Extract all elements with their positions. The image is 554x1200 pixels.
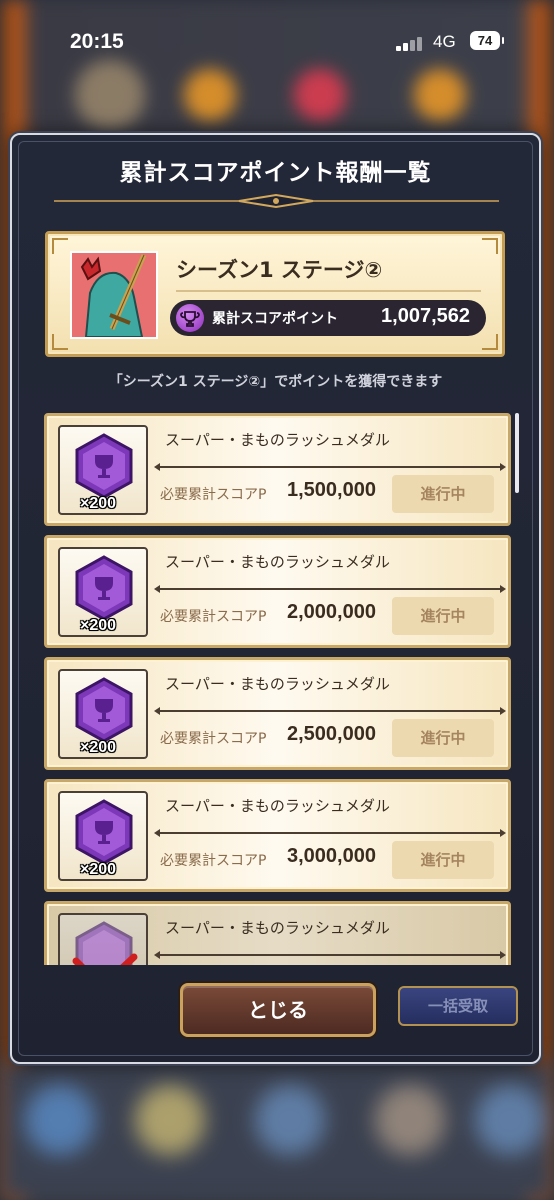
divider-arrow <box>154 951 506 959</box>
medal-quantity: ×200 <box>80 861 117 878</box>
required-score-label: 必要累計スコアP <box>160 853 267 869</box>
score-label: 累計スコアポイント <box>212 311 338 327</box>
reward-row: ×200 スーパー・まものラッシュメダル 必要累計スコアP 1,500,000 … <box>44 413 511 526</box>
required-score-label: 必要累計スコアP <box>160 731 267 747</box>
in-progress-button[interactable]: 進行中 <box>392 475 494 513</box>
divider-arrow <box>154 585 506 593</box>
required-score-value: 2,500,000 <box>287 723 376 745</box>
medal-quantity: ×200 <box>80 739 117 756</box>
medal-item[interactable]: ×200 <box>58 669 148 759</box>
purple-medal-icon <box>75 677 133 743</box>
signal-icon <box>396 35 426 51</box>
reward-list[interactable]: ×200 スーパー・まものラッシュメダル 必要累計スコアP 1,500,000 … <box>42 407 517 965</box>
divider-arrow <box>154 463 506 471</box>
reward-item-name: スーパー・まものラッシュメダル <box>165 919 390 937</box>
battery-icon: 74 <box>470 31 504 50</box>
network-type: 4G <box>433 32 456 51</box>
required-score-value: 3,000,000 <box>287 845 376 867</box>
score-value: 1,007,562 <box>381 305 470 327</box>
trophy-icon <box>176 304 204 332</box>
received-mark-icon <box>72 953 138 965</box>
in-progress-button[interactable]: 進行中 <box>392 841 494 879</box>
reward-row: ×200 スーパー・まものラッシュメダル 必要累計スコアP 2,500,000 … <box>44 657 511 770</box>
list-scrollbar[interactable] <box>515 413 519 493</box>
divider-arrow <box>154 829 506 837</box>
purple-medal-icon <box>75 799 133 865</box>
medal-item[interactable]: ×200 <box>58 547 148 637</box>
required-score-value: 2,000,000 <box>287 601 376 623</box>
in-progress-button[interactable]: 進行中 <box>392 719 494 757</box>
medal-quantity: ×200 <box>80 495 117 512</box>
medal-quantity: ×200 <box>80 617 117 634</box>
medal-item[interactable]: ×200 <box>58 791 148 881</box>
reward-row: ×200 スーパー・まものラッシュメダル 必要累計スコアP 2,000,000 … <box>44 535 511 648</box>
game-bottom-menu <box>0 1060 554 1200</box>
bulk-receive-button[interactable]: 一括受取 <box>398 986 518 1026</box>
reward-item-name: スーパー・まものラッシュメダル <box>165 553 390 571</box>
reward-list-modal: 累計スコアポイント報酬一覧 シーズン1 ステージ② 累計スコアポイント 1,00… <box>10 133 541 1064</box>
reward-item-name: スーパー・まものラッシュメダル <box>165 431 390 449</box>
in-progress-button[interactable]: 進行中 <box>392 597 494 635</box>
reward-item-name: スーパー・まものラッシュメダル <box>165 797 390 815</box>
status-bar: 20:15 4G 74 <box>0 0 554 80</box>
reward-row: スーパー・まものラッシュメダル <box>44 901 511 965</box>
purple-medal-icon <box>75 555 133 621</box>
stage-info-card: シーズン1 ステージ② 累計スコアポイント 1,007,562 <box>45 231 505 357</box>
stage-boss-icon <box>70 251 158 339</box>
medal-item[interactable] <box>58 913 148 965</box>
purple-medal-icon <box>75 433 133 499</box>
close-button[interactable]: とじる <box>180 983 376 1037</box>
medal-item[interactable]: ×200 <box>58 425 148 515</box>
reward-item-name: スーパー・まものラッシュメダル <box>165 675 390 693</box>
stage-name: シーズン1 ステージ② <box>176 258 383 282</box>
required-score-label: 必要累計スコアP <box>160 609 267 625</box>
stage-hint-text: 「シーズン1 ステージ②」でポイントを獲得できます <box>108 374 443 390</box>
divider-arrow <box>154 707 506 715</box>
reward-row: ×200 スーパー・まものラッシュメダル 必要累計スコアP 3,000,000 … <box>44 779 511 892</box>
modal-title: 累計スコアポイント報酬一覧 <box>119 160 432 186</box>
clock: 20:15 <box>70 30 124 53</box>
required-score-value: 1,500,000 <box>287 479 376 501</box>
required-score-label: 必要累計スコアP <box>160 487 267 503</box>
title-ornament-icon <box>54 193 499 209</box>
cumulative-score-pill: 累計スコアポイント 1,007,562 <box>170 300 486 336</box>
